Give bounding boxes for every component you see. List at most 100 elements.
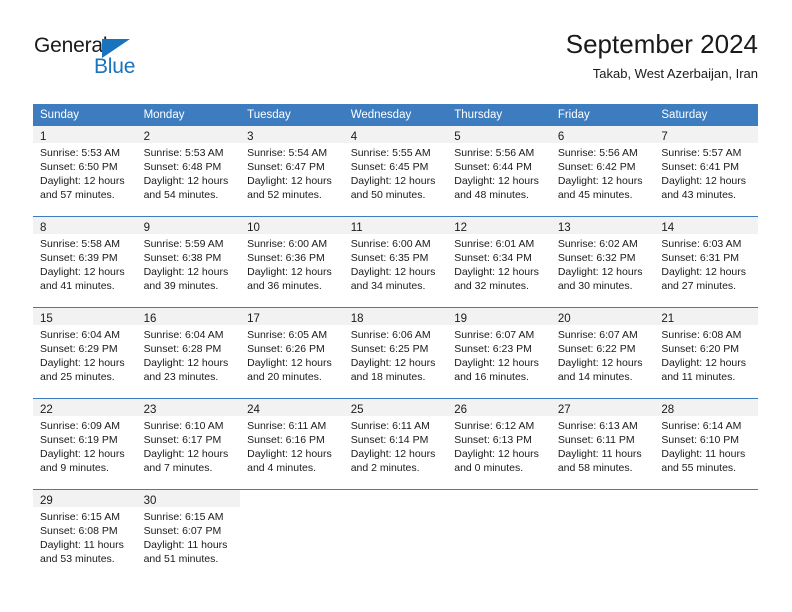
daylight-text-line1: Daylight: 11 hours [40,539,124,551]
day-cell-26[interactable]: 26 Sunrise: 6:12 AM Sunset: 6:13 PM Dayl… [447,399,551,489]
day-number: 7 [661,131,668,143]
day-number: 15 [40,313,53,325]
weekday-header-monday: Monday [136,104,241,126]
day-cell-13[interactable]: 13 Sunrise: 6:02 AM Sunset: 6:32 PM Dayl… [550,217,655,307]
sunset-text: Sunset: 6:20 PM [661,343,740,355]
day-cell-7[interactable]: 7 Sunrise: 5:57 AM Sunset: 6:41 PM Dayli… [654,126,758,216]
day-number: 28 [661,404,675,416]
day-number: 6 [557,131,565,143]
day-cell-1[interactable]: 1 Sunrise: 5:53 AM Sunset: 6:50 PM Dayli… [33,126,137,216]
day-cell-empty [344,490,448,580]
calendar-cell[interactable]: 13 Sunrise: 6:02 AM Sunset: 6:32 PM Dayl… [550,216,655,308]
day-number-band: 23 [136,399,241,416]
day-number: 17 [247,313,260,325]
day-cell-24[interactable]: 24 Sunrise: 6:11 AM Sunset: 6:16 PM Dayl… [240,399,344,489]
day-cell-27[interactable]: 27 Sunrise: 6:13 AM Sunset: 6:11 PM Dayl… [550,399,655,489]
day-number-band [654,490,758,507]
calendar-cell-empty [343,489,448,580]
calendar-cell[interactable]: 14 Sunrise: 6:03 AM Sunset: 6:31 PM Dayl… [654,216,758,308]
calendar-cell-empty [550,489,655,580]
sunrise-text: Sunrise: 6:10 AM [143,420,224,432]
day-cell-19[interactable]: 19 Sunrise: 6:07 AM Sunset: 6:23 PM Dayl… [447,308,551,398]
sunset-text: Sunset: 6:23 PM [454,343,532,355]
calendar-cell[interactable]: 17 Sunrise: 6:05 AM Sunset: 6:26 PM Dayl… [240,307,344,399]
day-cell-6[interactable]: 6 Sunrise: 5:56 AM Sunset: 6:42 PM Dayli… [550,126,655,216]
day-cell-18[interactable]: 18 Sunrise: 6:06 AM Sunset: 6:25 PM Dayl… [343,308,448,398]
calendar-cell[interactable]: 23 Sunrise: 6:10 AM Sunset: 6:17 PM Dayl… [136,398,241,490]
day-number-band: 13 [550,217,655,234]
calendar-cell[interactable]: 30 Sunrise: 6:15 AM Sunset: 6:07 PM Dayl… [136,489,241,580]
day-cell-21[interactable]: 21 Sunrise: 6:08 AM Sunset: 6:20 PM Dayl… [654,308,758,398]
day-number-band: 10 [240,217,344,234]
calendar-cell[interactable]: 15 Sunrise: 6:04 AM Sunset: 6:29 PM Dayl… [33,307,137,399]
day-cell-2[interactable]: 2 Sunrise: 5:53 AM Sunset: 6:48 PM Dayli… [136,126,241,216]
day-cell-16[interactable]: 16 Sunrise: 6:04 AM Sunset: 6:28 PM Dayl… [136,308,241,398]
daylight-text-line2: and 27 minutes. [661,280,737,292]
calendar-cell[interactable]: 18 Sunrise: 6:06 AM Sunset: 6:25 PM Dayl… [343,307,448,399]
day-number: 19 [454,313,468,325]
calendar-cell[interactable]: 8 Sunrise: 5:58 AM Sunset: 6:39 PM Dayli… [33,216,137,308]
calendar-cell[interactable]: 16 Sunrise: 6:04 AM Sunset: 6:28 PM Dayl… [136,307,241,399]
sunset-text: Sunset: 6:38 PM [143,252,222,264]
day-cell-28[interactable]: 28 Sunrise: 6:14 AM Sunset: 6:10 PM Dayl… [654,399,758,489]
day-cell-20[interactable]: 20 Sunrise: 6:07 AM Sunset: 6:22 PM Dayl… [550,308,655,398]
calendar-cell[interactable]: 3 Sunrise: 5:54 AM Sunset: 6:47 PM Dayli… [240,126,344,217]
day-number-band: 25 [343,399,448,416]
calendar-cell[interactable]: 6 Sunrise: 5:56 AM Sunset: 6:42 PM Dayli… [550,126,655,217]
calendar-cell[interactable]: 26 Sunrise: 6:12 AM Sunset: 6:13 PM Dayl… [447,398,551,490]
day-cell-4[interactable]: 4 Sunrise: 5:55 AM Sunset: 6:45 PM Dayli… [343,126,448,216]
calendar-cell[interactable]: 21 Sunrise: 6:08 AM Sunset: 6:20 PM Dayl… [654,307,758,399]
sunrise-text: Sunrise: 6:05 AM [247,329,328,341]
day-cell-10[interactable]: 10 Sunrise: 6:00 AM Sunset: 6:36 PM Dayl… [240,217,344,307]
sunrise-text: Sunrise: 6:15 AM [40,511,120,523]
daylight-text-line1: Daylight: 12 hours [247,448,332,460]
sunrise-text: Sunrise: 5:54 AM [247,147,328,159]
day-cell-22[interactable]: 22 Sunrise: 6:09 AM Sunset: 6:19 PM Dayl… [33,399,137,489]
daylight-text-line2: and 0 minutes. [454,462,524,474]
calendar-cell[interactable]: 28 Sunrise: 6:14 AM Sunset: 6:10 PM Dayl… [654,398,758,490]
calendar-cell[interactable]: 2 Sunrise: 5:53 AM Sunset: 6:48 PM Dayli… [136,126,241,217]
calendar-cell[interactable]: 27 Sunrise: 6:13 AM Sunset: 6:11 PM Dayl… [550,398,655,490]
sunset-text: Sunset: 6:11 PM [557,434,635,446]
day-cell-30[interactable]: 30 Sunrise: 6:15 AM Sunset: 6:07 PM Dayl… [136,490,241,580]
day-cell-15[interactable]: 15 Sunrise: 6:04 AM Sunset: 6:29 PM Dayl… [33,308,137,398]
general-blue-logo[interactable]: General Blue [34,34,194,90]
sunrise-text: Sunrise: 6:11 AM [247,420,327,432]
calendar-cell[interactable]: 1 Sunrise: 5:53 AM Sunset: 6:50 PM Dayli… [33,126,137,217]
day-detail: Sunrise: 6:10 AM Sunset: 6:17 PM Dayligh… [137,416,241,475]
calendar-cell[interactable]: 19 Sunrise: 6:07 AM Sunset: 6:23 PM Dayl… [447,307,551,399]
sunrise-text: Sunrise: 5:59 AM [143,238,224,250]
day-cell-23[interactable]: 23 Sunrise: 6:10 AM Sunset: 6:17 PM Dayl… [136,399,241,489]
calendar-cell[interactable]: 24 Sunrise: 6:11 AM Sunset: 6:16 PM Dayl… [240,398,344,490]
day-cell-5[interactable]: 5 Sunrise: 5:56 AM Sunset: 6:44 PM Dayli… [447,126,551,216]
calendar-cell[interactable]: 7 Sunrise: 5:57 AM Sunset: 6:41 PM Dayli… [654,126,758,217]
daylight-text-line2: and 52 minutes. [247,189,322,201]
sunset-text: Sunset: 6:16 PM [247,434,325,446]
day-number-band: 18 [343,308,448,325]
sunrise-text: Sunrise: 5:55 AM [350,147,431,159]
calendar-cell[interactable]: 22 Sunrise: 6:09 AM Sunset: 6:19 PM Dayl… [33,398,137,490]
day-cell-12[interactable]: 12 Sunrise: 6:01 AM Sunset: 6:34 PM Dayl… [447,217,551,307]
day-cell-25[interactable]: 25 Sunrise: 6:11 AM Sunset: 6:14 PM Dayl… [343,399,448,489]
day-cell-3[interactable]: 3 Sunrise: 5:54 AM Sunset: 6:47 PM Dayli… [240,126,344,216]
day-cell-17[interactable]: 17 Sunrise: 6:05 AM Sunset: 6:26 PM Dayl… [240,308,344,398]
calendar-cell[interactable]: 4 Sunrise: 5:55 AM Sunset: 6:45 PM Dayli… [343,126,448,217]
day-cell-9[interactable]: 9 Sunrise: 5:59 AM Sunset: 6:38 PM Dayli… [136,217,241,307]
daylight-text-line2: and 43 minutes. [661,189,737,201]
day-cell-11[interactable]: 11 Sunrise: 6:00 AM Sunset: 6:35 PM Dayl… [343,217,448,307]
calendar-cell[interactable]: 11 Sunrise: 6:00 AM Sunset: 6:35 PM Dayl… [343,216,448,308]
calendar-cell[interactable]: 5 Sunrise: 5:56 AM Sunset: 6:44 PM Dayli… [447,126,551,217]
day-detail: Sunrise: 5:59 AM Sunset: 6:38 PM Dayligh… [137,234,241,293]
daylight-text-line1: Daylight: 12 hours [40,175,125,187]
sunset-text: Sunset: 6:45 PM [350,161,429,173]
calendar-cell[interactable]: 29 Sunrise: 6:15 AM Sunset: 6:08 PM Dayl… [33,489,137,580]
calendar-cell[interactable]: 20 Sunrise: 6:07 AM Sunset: 6:22 PM Dayl… [550,307,655,399]
day-cell-29[interactable]: 29 Sunrise: 6:15 AM Sunset: 6:08 PM Dayl… [33,490,137,580]
calendar-cell[interactable]: 9 Sunrise: 5:59 AM Sunset: 6:38 PM Dayli… [136,216,241,308]
calendar-cell[interactable]: 10 Sunrise: 6:00 AM Sunset: 6:36 PM Dayl… [240,216,344,308]
calendar-cell[interactable]: 12 Sunrise: 6:01 AM Sunset: 6:34 PM Dayl… [447,216,551,308]
day-cell-14[interactable]: 14 Sunrise: 6:03 AM Sunset: 6:31 PM Dayl… [654,217,758,307]
calendar-cell[interactable]: 25 Sunrise: 6:11 AM Sunset: 6:14 PM Dayl… [343,398,448,490]
day-cell-8[interactable]: 8 Sunrise: 5:58 AM Sunset: 6:39 PM Dayli… [33,217,137,307]
calendar-body: 1 Sunrise: 5:53 AM Sunset: 6:50 PM Dayli… [33,126,758,580]
